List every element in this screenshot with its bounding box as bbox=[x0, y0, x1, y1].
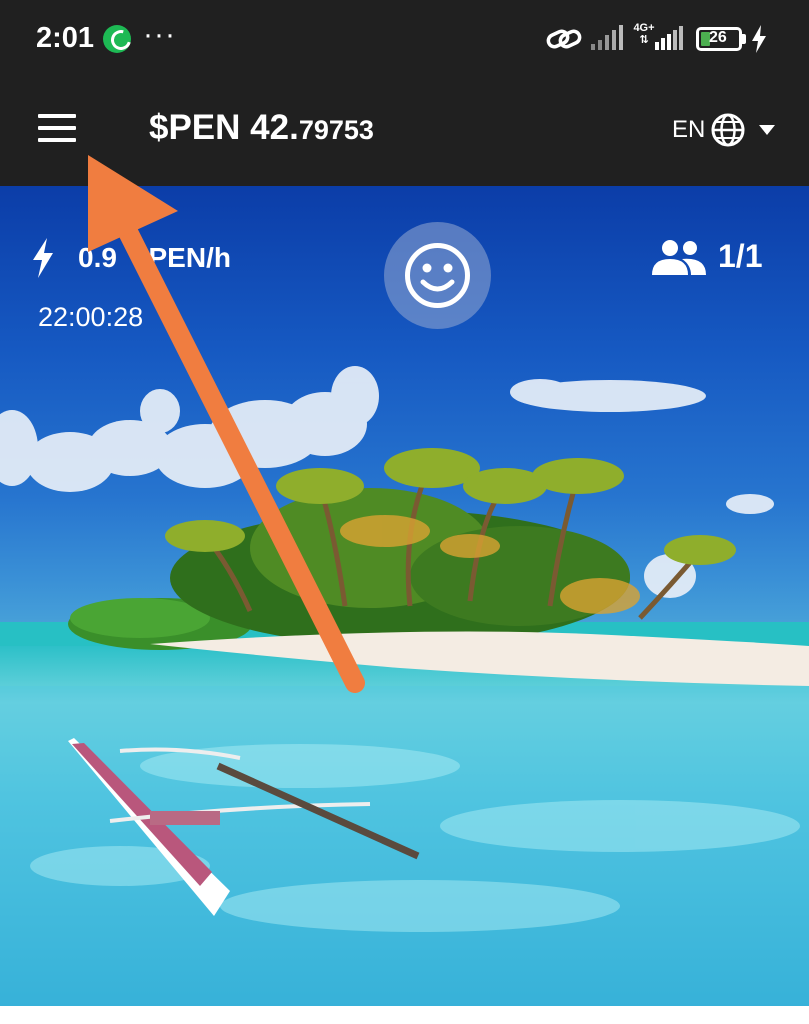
dropdown-icon bbox=[759, 125, 776, 135]
balance-display: $PEN 42.79753 bbox=[149, 108, 374, 148]
battery-tip bbox=[742, 34, 746, 44]
menu-line bbox=[38, 138, 76, 142]
referral-counter[interactable]: 1/1 bbox=[652, 238, 762, 275]
network-type-label: 4G+ ⇅ bbox=[633, 22, 655, 46]
mining-rate: 0.9 $PEN/h bbox=[30, 238, 231, 278]
mining-rate-unit: $PEN/h bbox=[132, 242, 231, 273]
menu-line bbox=[38, 126, 76, 130]
smiley-button[interactable] bbox=[384, 222, 491, 329]
charging-icon bbox=[752, 25, 766, 53]
signal-icon bbox=[591, 25, 623, 50]
mining-rate-value: 0.9 bbox=[78, 242, 117, 273]
app-bar: $PEN 42.79753 EN bbox=[0, 80, 809, 186]
status-time: 2:01 bbox=[36, 22, 95, 54]
referral-count: 1/1 bbox=[718, 238, 763, 274]
battery-level: 26 bbox=[709, 29, 727, 46]
balance-decimals: 79753 bbox=[298, 115, 374, 145]
menu-icon[interactable] bbox=[34, 108, 80, 148]
people-icon bbox=[652, 239, 706, 275]
more-notifications-indicator: ··· bbox=[143, 18, 176, 51]
language-selector[interactable]: EN bbox=[672, 110, 776, 150]
battery-icon: 26 bbox=[696, 27, 742, 51]
signal-icon bbox=[655, 26, 683, 50]
menu-line bbox=[38, 114, 76, 118]
balance-main: $PEN 42. bbox=[149, 108, 299, 147]
smiley-icon bbox=[405, 243, 470, 308]
link-icon bbox=[546, 29, 582, 49]
status-bar: 2:01 ··· 4G+ ⇅ 26 bbox=[0, 0, 809, 80]
globe-icon bbox=[711, 113, 745, 147]
bolt-icon bbox=[33, 238, 53, 278]
whatsapp-icon bbox=[103, 25, 131, 53]
language-code: EN bbox=[672, 116, 706, 143]
network-type-text: 4G+ bbox=[633, 22, 655, 34]
hero-banner: 0.9 $PEN/h 22:00:28 1/1 bbox=[0, 186, 809, 1006]
session-timer: 22:00:28 bbox=[38, 302, 144, 332]
